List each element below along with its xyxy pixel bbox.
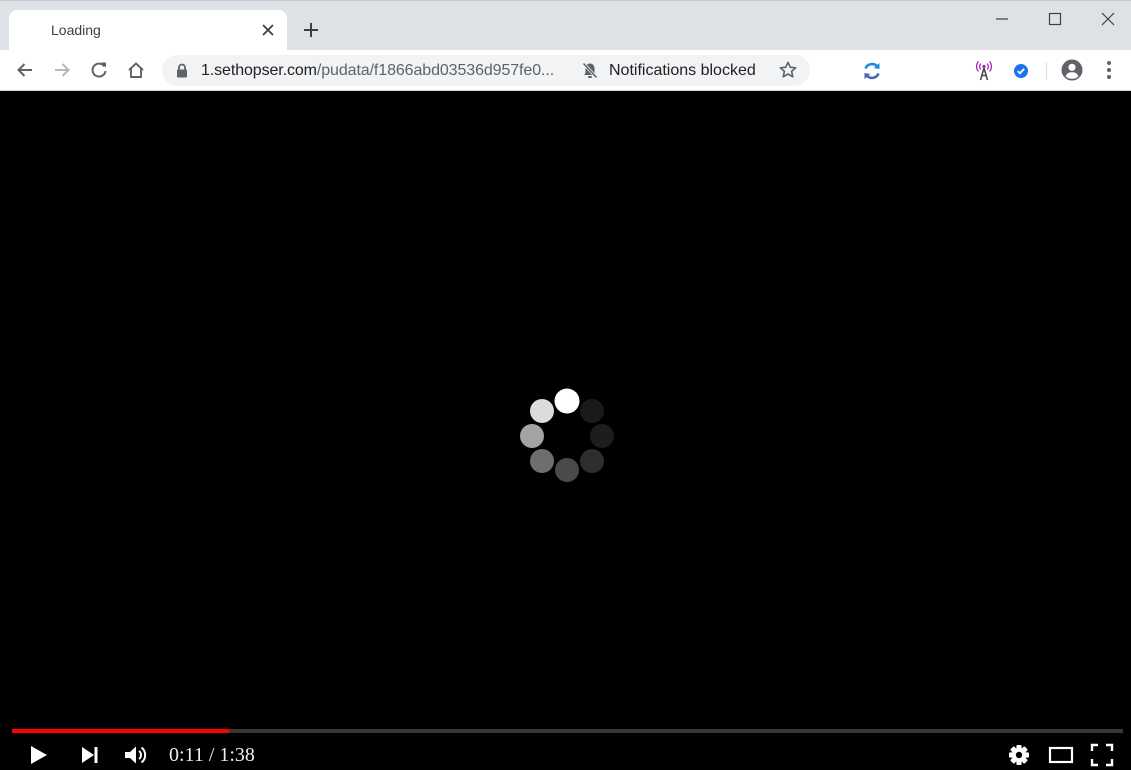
fullscreen-icon[interactable] — [1089, 742, 1115, 768]
account-icon[interactable] — [1060, 58, 1084, 82]
more-vert-icon[interactable] — [1099, 59, 1119, 81]
tab-strip: Loading — [0, 0, 1131, 51]
time-display: 0:11 / 1:38 — [169, 744, 255, 766]
notifications-blocked-label[interactable]: Notifications blocked — [609, 62, 756, 80]
url-path: /pudata/f1866abd03536d957fe0... — [316, 62, 555, 79]
volume-icon[interactable] — [122, 742, 148, 768]
play-icon[interactable] — [25, 742, 51, 768]
loading-spinner-icon — [520, 388, 614, 482]
sync-extension-icon[interactable] — [861, 60, 883, 82]
tab-loading[interactable]: Loading — [9, 10, 287, 51]
video-progress-played — [12, 729, 229, 733]
url-text[interactable]: 1.sethopser.com/pudata/f1866abd03536d957… — [201, 62, 554, 80]
tower-extension-icon[interactable] — [973, 60, 995, 82]
minimize-icon[interactable] — [992, 9, 1012, 29]
new-tab-icon[interactable] — [302, 21, 320, 39]
close-tab-icon[interactable] — [259, 21, 277, 39]
theater-mode-icon[interactable] — [1047, 742, 1075, 768]
bell-off-icon[interactable] — [581, 61, 599, 80]
settings-icon[interactable] — [1006, 742, 1032, 768]
home-icon[interactable] — [126, 60, 146, 80]
lock-icon[interactable] — [175, 63, 189, 78]
star-icon[interactable] — [778, 60, 798, 80]
skip-next-icon[interactable] — [77, 742, 103, 768]
tab-title: Loading — [51, 22, 101, 38]
maximize-icon[interactable] — [1045, 9, 1065, 29]
arrow-right-icon[interactable] — [52, 60, 72, 80]
video-progress-bar[interactable] — [12, 729, 1123, 733]
arrow-left-icon[interactable] — [15, 60, 35, 80]
window-close-icon[interactable] — [1098, 9, 1118, 29]
url-host: 1.sethopser.com — [201, 62, 317, 79]
check-extension-icon[interactable] — [1010, 60, 1032, 82]
toolbar-divider — [1046, 62, 1047, 80]
address-bar[interactable]: 1.sethopser.com/pudata/f1866abd03536d957… — [162, 55, 810, 86]
browser-toolbar: 1.sethopser.com/pudata/f1866abd03536d957… — [0, 50, 1131, 91]
reload-icon[interactable] — [89, 60, 109, 80]
